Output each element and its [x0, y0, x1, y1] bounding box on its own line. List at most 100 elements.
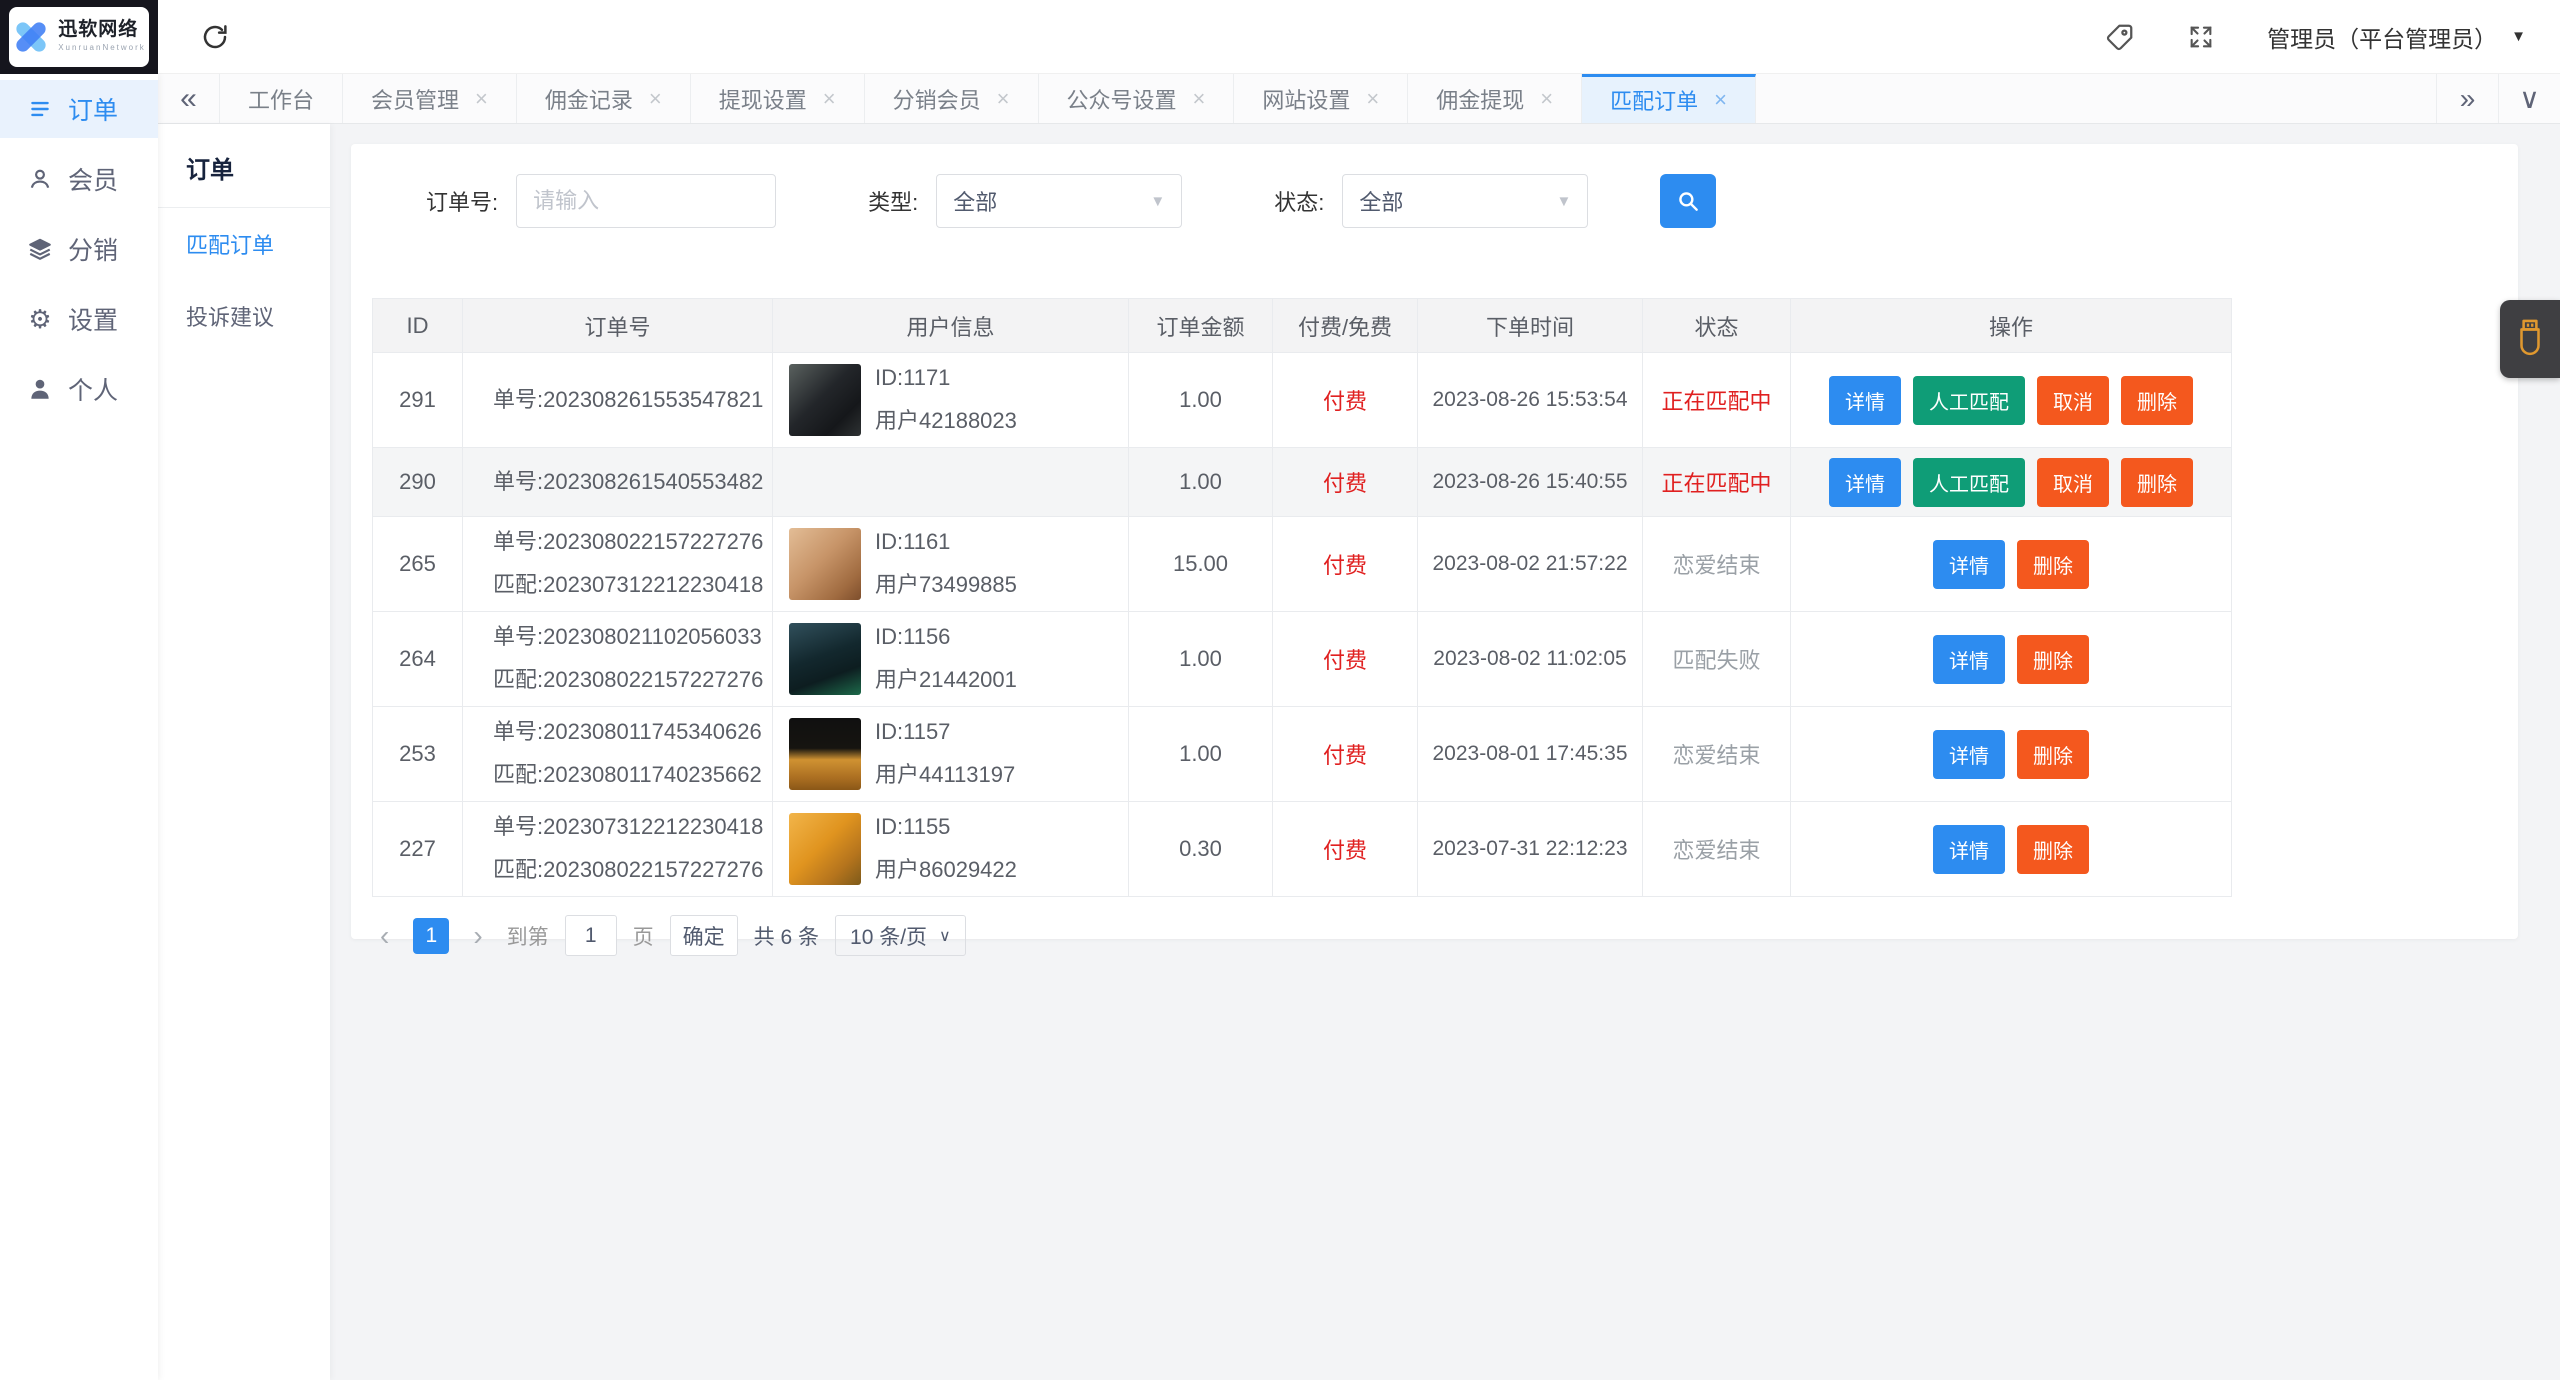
submenu-item-match-orders[interactable]: 匹配订单	[158, 208, 330, 280]
tabs-more-icon[interactable]: »	[2436, 74, 2498, 123]
tab-label: 工作台	[248, 87, 315, 113]
order-no: 单号:202307312212230418	[493, 814, 764, 840]
detail-button[interactable]: 详情	[1829, 375, 1901, 425]
close-icon[interactable]: ×	[1193, 86, 1206, 112]
manual-match-button[interactable]: 人工匹配	[1913, 375, 2025, 425]
sidebar-item-profile[interactable]: 个人	[0, 360, 158, 418]
confirm-button[interactable]: 确定	[669, 915, 738, 956]
user-name: 用户86029422	[875, 857, 1017, 882]
col-header-actions: 操作	[1790, 298, 2232, 353]
status-select[interactable]: 全部 ▼	[1342, 174, 1589, 228]
tab-member-management[interactable]: 会员管理 ×	[343, 74, 517, 123]
page-number-button[interactable]: 1	[413, 917, 450, 954]
user-avatar	[789, 813, 861, 885]
table-row: 253 单号:202308011745340626 匹配:20230801174…	[372, 706, 2232, 802]
floating-widget-button[interactable]	[2500, 300, 2560, 378]
tab-label: 佣金提现	[1436, 87, 1525, 113]
search-icon	[1679, 192, 1699, 211]
close-icon[interactable]: ×	[1366, 86, 1379, 112]
cancel-button[interactable]: 取消	[2037, 375, 2109, 425]
close-icon[interactable]: ×	[1714, 87, 1727, 113]
tab-workbench[interactable]: 工作台	[220, 74, 344, 123]
close-icon[interactable]: ×	[823, 86, 836, 112]
sidebar-item-label: 分销	[68, 237, 119, 265]
detail-button[interactable]: 详情	[1933, 824, 2005, 874]
submenu-item-complaints[interactable]: 投诉建议	[158, 280, 330, 352]
detail-button[interactable]: 详情	[1933, 634, 2005, 684]
user-avatar	[789, 718, 861, 790]
detail-button[interactable]: 详情	[1933, 729, 2005, 779]
col-header-order-time: 下单时间	[1417, 298, 1643, 353]
app-screen: 迅软网络 XunruanNetwork 管理员（平台管理员） ▼ 订单 会员 分…	[0, 0, 2560, 1380]
manual-match-button[interactable]: 人工匹配	[1913, 457, 2025, 507]
order-no: 单号:202308021102056033	[493, 624, 762, 650]
cell-fee-type: 付费	[1272, 611, 1418, 707]
delete-button[interactable]: 删除	[2017, 729, 2089, 779]
prev-page-icon[interactable]: ‹	[372, 920, 397, 952]
cell-order-time: 2023-08-02 21:57:22	[1417, 516, 1643, 612]
tab-label: 网站设置	[1262, 87, 1351, 113]
delete-button[interactable]: 删除	[2121, 457, 2193, 507]
cell-user-info: ID:1156 用户21442001	[772, 611, 1129, 707]
logo-x-icon	[12, 19, 50, 54]
fullscreen-icon[interactable]	[2187, 23, 2215, 51]
detail-button[interactable]: 详情	[1933, 539, 2005, 589]
next-page-icon[interactable]: ›	[465, 920, 490, 952]
usb-device-icon	[2520, 319, 2540, 356]
cell-order-no: 单号:202307312212230418 匹配:202308022157227…	[462, 801, 773, 897]
table-row: 290 单号:202308261540553482 1.00 付费 2023-0…	[372, 447, 2232, 517]
admin-caret-icon: ▼	[2511, 28, 2526, 45]
detail-button[interactable]: 详情	[1829, 457, 1901, 507]
content-area: 订单号: 类型: 全部 ▼ 状态:	[330, 124, 2560, 1380]
sidebar-item-orders[interactable]: 订单	[0, 80, 158, 138]
close-icon[interactable]: ×	[649, 86, 662, 112]
tab-commission-records[interactable]: 佣金记录 ×	[517, 74, 691, 123]
cell-status: 恋爱结束	[1642, 706, 1791, 802]
delete-button[interactable]: 删除	[2017, 539, 2089, 589]
delete-button[interactable]: 删除	[2017, 824, 2089, 874]
user-id: ID:1155	[875, 814, 951, 839]
tab-withdraw-settings[interactable]: 提现设置 ×	[691, 74, 865, 123]
cell-actions: 详情 人工匹配 取消 删除	[1790, 447, 2232, 517]
user-avatar	[789, 528, 861, 600]
cancel-button[interactable]: 取消	[2037, 457, 2109, 507]
user-id: ID:1161	[875, 529, 951, 554]
sidebar-item-settings[interactable]: ⚙ 设置	[0, 290, 158, 348]
type-select[interactable]: 全部 ▼	[936, 174, 1183, 228]
cell-order-no: 单号:202308261553547821	[462, 352, 773, 448]
cell-actions: 详情 删除	[1790, 801, 2232, 897]
sidebar-item-members[interactable]: 会员	[0, 150, 158, 208]
cell-order-no: 单号:202308022157227276 匹配:202307312212230…	[462, 516, 773, 612]
close-icon[interactable]: ×	[475, 86, 488, 112]
goto-page-input[interactable]	[564, 915, 617, 956]
delete-button[interactable]: 删除	[2121, 375, 2193, 425]
match-no: 匹配:202307312212230418	[493, 572, 764, 597]
order-no-input[interactable]	[516, 174, 777, 228]
tabs-collapse-icon[interactable]: «	[158, 74, 220, 123]
admin-menu[interactable]: 管理员（平台管理员） ▼	[2267, 20, 2526, 54]
close-icon[interactable]: ×	[997, 86, 1010, 112]
tab-match-orders[interactable]: 匹配订单 ×	[1582, 74, 1757, 123]
tag-icon[interactable]	[2105, 22, 2135, 52]
col-header-amount: 订单金额	[1128, 298, 1273, 353]
delete-button[interactable]: 删除	[2017, 634, 2089, 684]
refresh-icon[interactable]	[200, 22, 230, 52]
tab-commission-withdraw[interactable]: 佣金提现 ×	[1408, 74, 1583, 123]
cell-amount: 1.00	[1128, 447, 1273, 517]
tab-official-account-settings[interactable]: 公众号设置 ×	[1039, 74, 1235, 123]
logo-block: 迅软网络 XunruanNetwork	[0, 0, 158, 74]
page-size-select[interactable]: 10 条/页 ∨	[835, 915, 966, 956]
cell-order-no: 单号:202308021102056033 匹配:202308022157227…	[462, 611, 773, 707]
cell-status: 正在匹配中	[1642, 447, 1791, 517]
sidebar-item-distribution[interactable]: 分销	[0, 220, 158, 278]
tabs-dropdown-icon[interactable]: ∨	[2498, 74, 2560, 123]
cell-user-info: ID:1171 用户42188023	[772, 352, 1129, 448]
cell-id: 291	[372, 352, 463, 448]
orders-table: ID 订单号 用户信息 订单金额 付费/免费 下单时间 状态 操作 291 单号…	[372, 298, 2232, 897]
topbar: 迅软网络 XunruanNetwork 管理员（平台管理员） ▼	[0, 0, 2560, 74]
cell-user-info: ID:1161 用户73499885	[772, 516, 1129, 612]
search-button[interactable]	[1660, 174, 1717, 228]
tab-website-settings[interactable]: 网站设置 ×	[1234, 74, 1409, 123]
tab-distribution-members[interactable]: 分销会员 ×	[865, 74, 1039, 123]
close-icon[interactable]: ×	[1540, 86, 1553, 112]
